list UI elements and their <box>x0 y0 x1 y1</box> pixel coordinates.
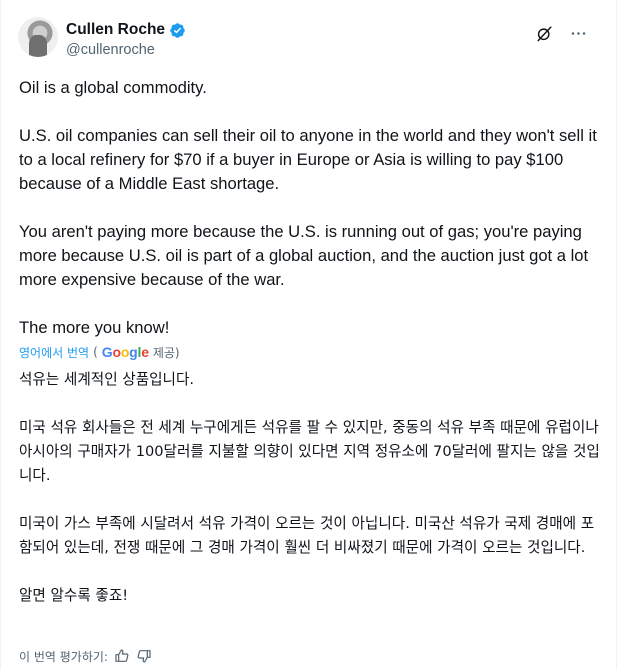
provider-open-paren: ( <box>93 345 98 359</box>
translated-from-link[interactable]: 영어에서 번역 <box>19 344 89 361</box>
rate-translation-label: 이 번역 평가하기: <box>19 649 108 664</box>
translated-paragraph: 미국 석유 회사들은 전 세계 누구에게든 석유를 팔 수 있지만, 중동의 석… <box>19 419 600 484</box>
google-logo: Google <box>101 344 149 360</box>
tweet-paragraph: You aren't paying more because the U.S. … <box>19 222 589 289</box>
provider-suffix: 제공) <box>152 345 180 360</box>
translated-text: 석유는 세계적인 상품입니다. 미국 석유 회사들은 전 세계 누구에게든 석유… <box>19 368 604 608</box>
grok-slash-icon[interactable] <box>534 23 554 43</box>
translated-paragraph: 석유는 세계적인 상품입니다. <box>19 371 195 388</box>
tweet-header: Cullen Roche @cullenroche <box>18 17 606 65</box>
tweet-paragraph: U.S. oil companies can sell their oil to… <box>19 126 597 193</box>
tweet-paragraph: The more you know! <box>19 318 170 337</box>
name-row: Cullen Roche <box>66 21 186 39</box>
avatar[interactable] <box>18 17 58 57</box>
translated-paragraph: 미국이 가스 부족에 시달려서 석유 가격이 오르는 것이 아닙니다. 미국산 … <box>19 515 595 556</box>
verified-badge-icon <box>169 22 186 39</box>
tweet-paragraph: Oil is a global commodity. <box>19 78 207 97</box>
thumbs-up-icon[interactable] <box>114 648 130 664</box>
translation-attribution: 영어에서 번역 ( Google 제공) <box>19 342 180 362</box>
header-actions <box>534 23 588 43</box>
tweet-card: Cullen Roche @cullenroche Oil is a globa… <box>0 0 617 669</box>
tweet-text: Oil is a global commodity. U.S. oil comp… <box>19 76 604 340</box>
author-handle[interactable]: @cullenroche <box>66 42 155 58</box>
author-display-name[interactable]: Cullen Roche <box>66 21 165 39</box>
thumbs-down-icon[interactable] <box>136 648 152 664</box>
translated-paragraph: 알면 알수록 좋죠! <box>19 587 129 604</box>
more-dots-icon[interactable] <box>568 23 588 43</box>
rate-translation: 이 번역 평가하기: <box>19 646 152 666</box>
